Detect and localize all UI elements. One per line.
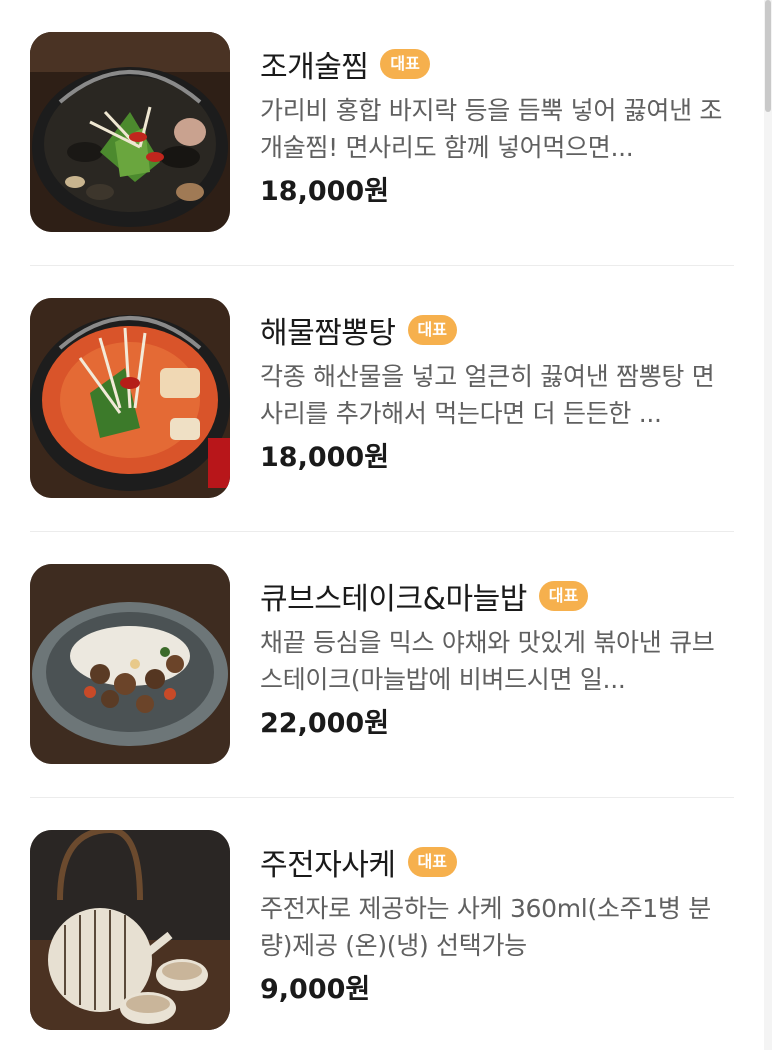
menu-item-price: 18,000원 xyxy=(260,176,390,207)
menu-item[interactable]: 해물짬뽕탕 대표 각종 해산물을 넣고 얼큰히 끓여낸 짬뽕탕 면사리를 추가해… xyxy=(30,266,734,532)
scrollbar-track[interactable] xyxy=(764,0,772,1050)
menu-item[interactable]: 조개술찜 대표 가리비 홍합 바지락 등을 듬뿍 넣어 끓여낸 조개술찜! 면사… xyxy=(30,0,734,266)
menu-list: 조개술찜 대표 가리비 홍합 바지락 등을 듬뿍 넣어 끓여낸 조개술찜! 면사… xyxy=(30,0,734,1050)
menu-item-photo[interactable] xyxy=(30,298,230,498)
menu-item-name: 해물짬뽕탕 xyxy=(260,316,396,351)
menu-item-name: 주전자사케 xyxy=(260,848,396,883)
menu-item-photo[interactable] xyxy=(30,32,230,232)
menu-item-description: 주전자로 제공하는 사케 360ml(소주1병 분량)제공 (온)(냉) 선택가… xyxy=(260,894,711,960)
menu-item[interactable]: 큐브스테이크&마늘밥 대표 채끝 등심을 믹스 야채와 맛있게 볶아낸 큐브스테… xyxy=(30,532,734,798)
menu-item-description: 가리비 홍합 바지락 등을 듬뿍 넣어 끓여낸 조개술찜! 면사리도 함께 넣어… xyxy=(260,96,723,162)
menu-item-price: 22,000원 xyxy=(260,708,390,739)
menu-item-price: 18,000원 xyxy=(260,442,390,473)
menu-item-photo[interactable] xyxy=(30,564,230,764)
signature-badge: 대표 xyxy=(538,581,589,611)
menu-item-name: 큐브스테이크&마늘밥 xyxy=(260,582,527,617)
menu-item-photo[interactable] xyxy=(30,830,230,1030)
menu-item-description: 채끝 등심을 믹스 야채와 맛있게 볶아낸 큐브스테이크(마늘밥에 비벼드시면 … xyxy=(260,628,715,694)
signature-badge: 대표 xyxy=(407,847,457,877)
menu-item-name: 조개술찜 xyxy=(260,50,369,85)
menu-page: 조개술찜 대표 가리비 홍합 바지락 등을 듬뿍 넣어 끓여낸 조개술찜! 면사… xyxy=(0,0,772,1050)
menu-item-price: 9,000원 xyxy=(260,974,371,1005)
signature-badge: 대표 xyxy=(380,49,430,79)
scrollbar-thumb[interactable] xyxy=(765,0,771,112)
signature-badge: 대표 xyxy=(407,315,457,345)
menu-item-description: 각종 해산물을 넣고 얼큰히 끓여낸 짬뽕탕 면사리를 추가해서 먹는다면 더 … xyxy=(260,362,715,428)
menu-item[interactable]: 주전자사케 대표 주전자로 제공하는 사케 360ml(소주1병 분량)제공 (… xyxy=(30,798,734,1050)
